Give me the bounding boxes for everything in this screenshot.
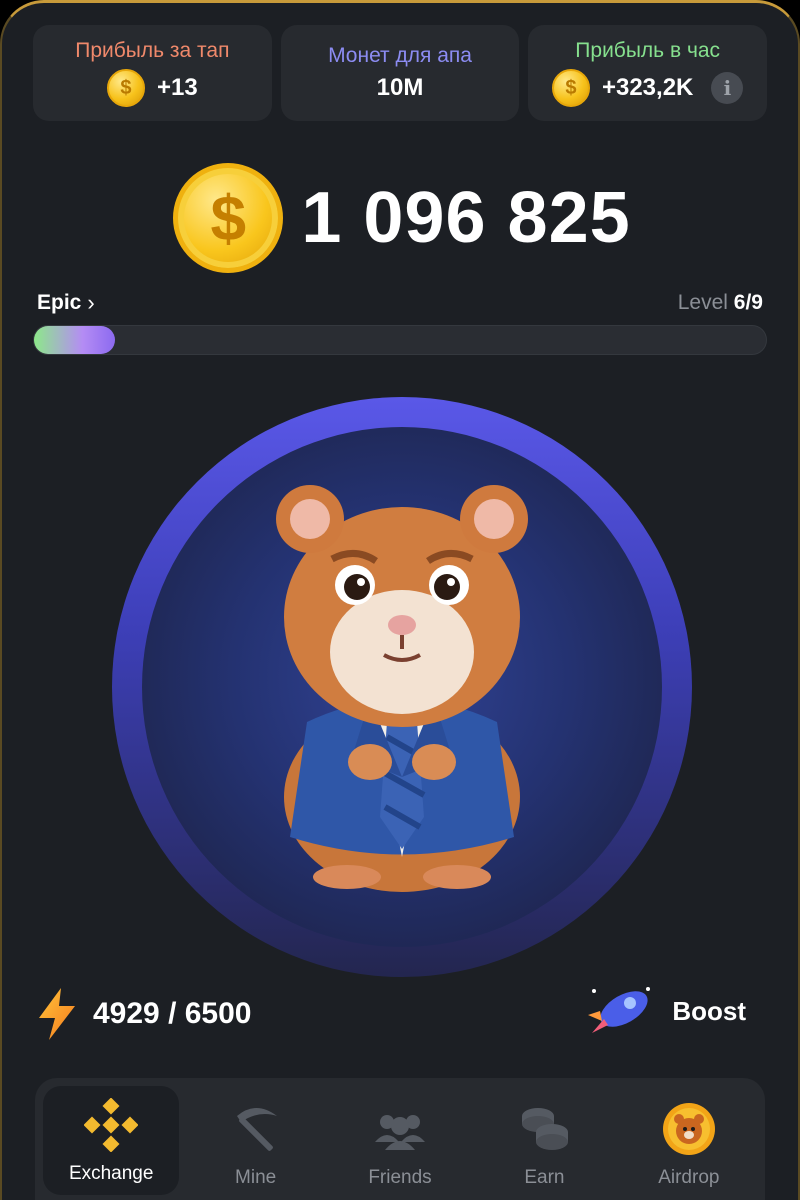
level-value: 6/9 [733, 291, 763, 314]
stat-label: Прибыль за тап [75, 39, 230, 62]
nav-label: Mine [235, 1166, 277, 1188]
boost-label: Boost [672, 995, 746, 1026]
nav-item-exchange[interactable]: Exchange [43, 1086, 180, 1195]
level-row: Epic › Level 6/9 [37, 290, 763, 316]
tap-button[interactable] [112, 397, 692, 977]
stat-value: 10M [376, 74, 424, 101]
info-icon[interactable]: i [711, 72, 744, 104]
nav-item-earn[interactable]: Earn [476, 1086, 612, 1200]
balance-display: $ 1 096 825 [2, 163, 798, 273]
nav-label: Earn [524, 1166, 565, 1188]
balance-amount: 1 096 825 [301, 178, 631, 258]
level-progress-bar [33, 325, 767, 355]
coin-icon: $ [106, 69, 145, 107]
stats-row: Прибыль за тап $ +13 Монет для апа 10M П… [33, 25, 768, 121]
lightning-icon [39, 988, 75, 1040]
nav-item-mine[interactable]: Mine [187, 1086, 323, 1200]
nav-label: Exchange [68, 1162, 154, 1184]
nav-label: Airdrop [658, 1166, 720, 1188]
coin-icon: $ [551, 69, 590, 107]
stat-value: +13 [156, 74, 198, 101]
nav-label: Friends [368, 1166, 432, 1188]
nav-item-airdrop[interactable]: Airdrop [621, 1086, 757, 1200]
stat-profit-per-hour[interactable]: Прибыль в час $ +323,2K i [528, 25, 768, 121]
rocket-icon [588, 987, 651, 1033]
hamster-coin-icon [661, 1101, 717, 1157]
stat-label: Монет для апа [328, 44, 472, 67]
chevron-right-icon: › [87, 290, 95, 315]
rank-name: Epic [37, 291, 82, 314]
stat-label: Прибыль в час [575, 39, 721, 62]
stat-value: +323,2K [601, 74, 694, 101]
rank-link[interactable]: Epic › [37, 290, 95, 316]
level-progress-fill [34, 326, 115, 354]
level-label: Level [677, 291, 728, 314]
hamster-character-image [276, 485, 528, 892]
binance-icon [83, 1097, 139, 1153]
nav-item-friends[interactable]: Friends [332, 1086, 468, 1200]
bottom-nav: Exchange Mine Friends Earn Airdrop [35, 1078, 765, 1200]
tap-area[interactable] [142, 427, 662, 947]
energy-indicator: 4929 / 6500 [37, 988, 251, 1040]
stat-coins-to-level-up[interactable]: Монет для апа 10M [280, 25, 520, 121]
energy-value: 4929 / 6500 [93, 997, 252, 1030]
level-indicator: Level 6/9 [678, 291, 763, 315]
boost-button[interactable]: Boost [586, 981, 746, 1041]
coin-icon: $ [173, 163, 284, 273]
pickaxe-icon [228, 1101, 284, 1157]
friends-icon [372, 1101, 428, 1157]
app-frame: Прибыль за тап $ +13 Монет для апа 10M П… [0, 0, 800, 1200]
stat-profit-per-tap[interactable]: Прибыль за тап $ +13 [33, 25, 272, 121]
coins-stack-icon [516, 1101, 572, 1157]
